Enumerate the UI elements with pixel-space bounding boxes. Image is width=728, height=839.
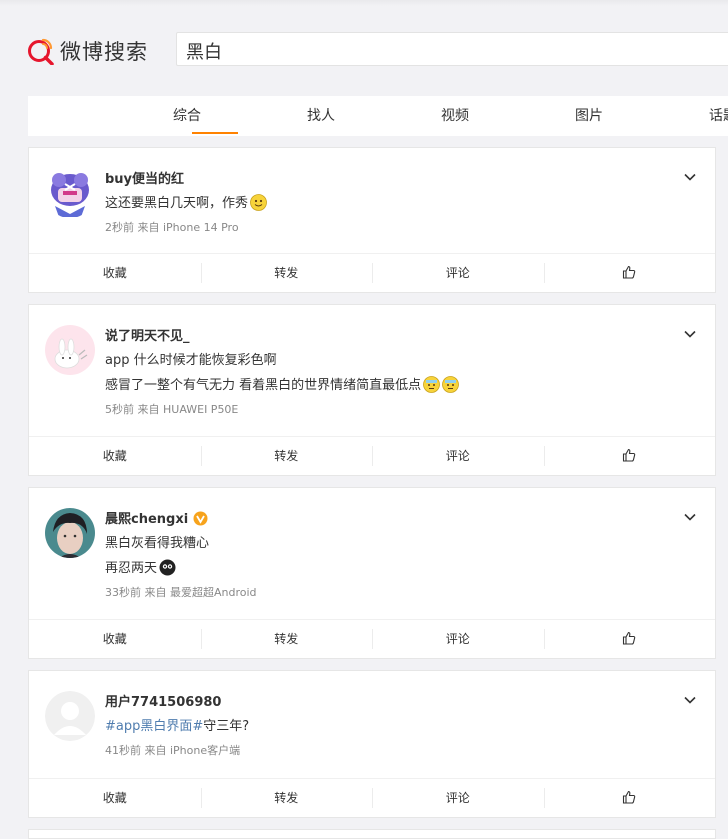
- post-meta: 41秒前 来自 iPhone客户端: [105, 744, 241, 757]
- sick-emoji-icon: [423, 376, 441, 393]
- post-card: 用户7741506980 #app黑白界面#守三年? 41秒前 来自 iPhon…: [28, 670, 716, 818]
- comment-button[interactable]: 评论: [372, 254, 544, 292]
- like-button[interactable]: [543, 620, 716, 658]
- chevron-down-icon[interactable]: [683, 510, 697, 524]
- avatar[interactable]: [45, 325, 95, 375]
- post-text-content: 再忍两天: [105, 561, 158, 576]
- weibo-logo-icon: [26, 37, 54, 66]
- post-card: 晨熙chengxi 黑白灰看得我糟心 再忍两天 33秒前 来自 最爱超超Andr…: [28, 487, 716, 659]
- user-name[interactable]: buy便当的红: [105, 168, 184, 187]
- repost-button[interactable]: 转发: [200, 620, 373, 658]
- black-face-emoji-icon: [159, 559, 176, 576]
- topic-link[interactable]: #app黑白界面#: [105, 719, 203, 734]
- post-meta: 2秒前 来自 iPhone 14 Pro: [105, 221, 239, 234]
- thumbs-up-icon: [622, 448, 636, 463]
- repost-button[interactable]: 转发: [200, 437, 373, 475]
- thumbs-up-icon: [622, 790, 636, 805]
- avatar[interactable]: [45, 508, 95, 558]
- tab-comprehensive[interactable]: 综合: [164, 96, 210, 136]
- repost-button[interactable]: 转发: [200, 779, 373, 817]
- chevron-down-icon[interactable]: [683, 170, 697, 184]
- smile-emoji-icon: [250, 194, 267, 211]
- post-text: app 什么时候才能恢复彩色啊: [105, 353, 277, 368]
- collect-button[interactable]: 收藏: [29, 437, 201, 475]
- post-card: buy便当的红 这还要黑白几天啊，作秀 2秒前 来自 iPhone 14 Pro…: [28, 147, 716, 293]
- thumbs-up-icon: [622, 265, 636, 280]
- chevron-down-icon[interactable]: [683, 693, 697, 707]
- user-name-text: 晨熙chengxi: [105, 512, 189, 527]
- logo-text: 微博搜索: [60, 40, 148, 64]
- tab-images[interactable]: 图片: [566, 96, 612, 136]
- repost-button[interactable]: 转发: [200, 254, 373, 292]
- tab-bar: 综合 找人 视频 图片 话题: [28, 96, 728, 136]
- search-input[interactable]: 黑白: [176, 32, 728, 66]
- collect-button[interactable]: 收藏: [29, 620, 201, 658]
- post-text: 黑白灰看得我糟心: [105, 536, 210, 551]
- user-name[interactable]: 说了明天不见_: [105, 325, 190, 344]
- comment-button[interactable]: 评论: [372, 779, 544, 817]
- post-text: 这还要黑白几天啊，作秀: [105, 192, 267, 211]
- collect-button[interactable]: 收藏: [29, 254, 201, 292]
- post-card-partial: [28, 829, 716, 839]
- weibo-search-logo[interactable]: 微博搜索: [26, 36, 148, 66]
- tab-topics[interactable]: 话题: [700, 96, 728, 136]
- user-name[interactable]: 晨熙chengxi: [105, 508, 208, 530]
- active-tab-indicator: [192, 132, 238, 134]
- like-button[interactable]: [543, 779, 716, 817]
- action-bar: 收藏 转发 评论: [29, 619, 715, 658]
- post-meta: 33秒前 来自 最爱超超Android: [105, 586, 257, 599]
- post-text-content: 这还要黑白几天啊，作秀: [105, 196, 249, 211]
- post-text-content: 感冒了一整个有气无力 看着黑白的世界情绪简直最低点: [105, 378, 422, 393]
- chevron-down-icon[interactable]: [683, 327, 697, 341]
- thumbs-up-icon: [622, 631, 636, 646]
- like-button[interactable]: [543, 254, 716, 292]
- header: 微博搜索 黑白: [0, 0, 728, 96]
- avatar[interactable]: [45, 168, 95, 218]
- comment-button[interactable]: 评论: [372, 437, 544, 475]
- verified-icon: [193, 511, 208, 530]
- post-text: 感冒了一整个有气无力 看着黑白的世界情绪简直最低点: [105, 374, 460, 393]
- default-avatar[interactable]: [45, 691, 95, 741]
- post-text: #app黑白界面#守三年?: [105, 715, 249, 734]
- action-bar: 收藏 转发 评论: [29, 253, 715, 292]
- action-bar: 收藏 转发 评论: [29, 778, 715, 817]
- post-meta: 5秒前 来自 HUAWEI P50E: [105, 403, 239, 416]
- user-name[interactable]: 用户7741506980: [105, 691, 221, 710]
- post-text: 再忍两天: [105, 557, 176, 576]
- tab-videos[interactable]: 视频: [432, 96, 478, 136]
- collect-button[interactable]: 收藏: [29, 779, 201, 817]
- tab-users[interactable]: 找人: [298, 96, 344, 136]
- post-text-content: 守三年?: [203, 719, 250, 734]
- like-button[interactable]: [543, 437, 716, 475]
- comment-button[interactable]: 评论: [372, 620, 544, 658]
- action-bar: 收藏 转发 评论: [29, 436, 715, 475]
- sick-emoji-icon: [442, 376, 460, 393]
- post-card: 说了明天不见_ app 什么时候才能恢复彩色啊 感冒了一整个有气无力 看着黑白的…: [28, 304, 716, 476]
